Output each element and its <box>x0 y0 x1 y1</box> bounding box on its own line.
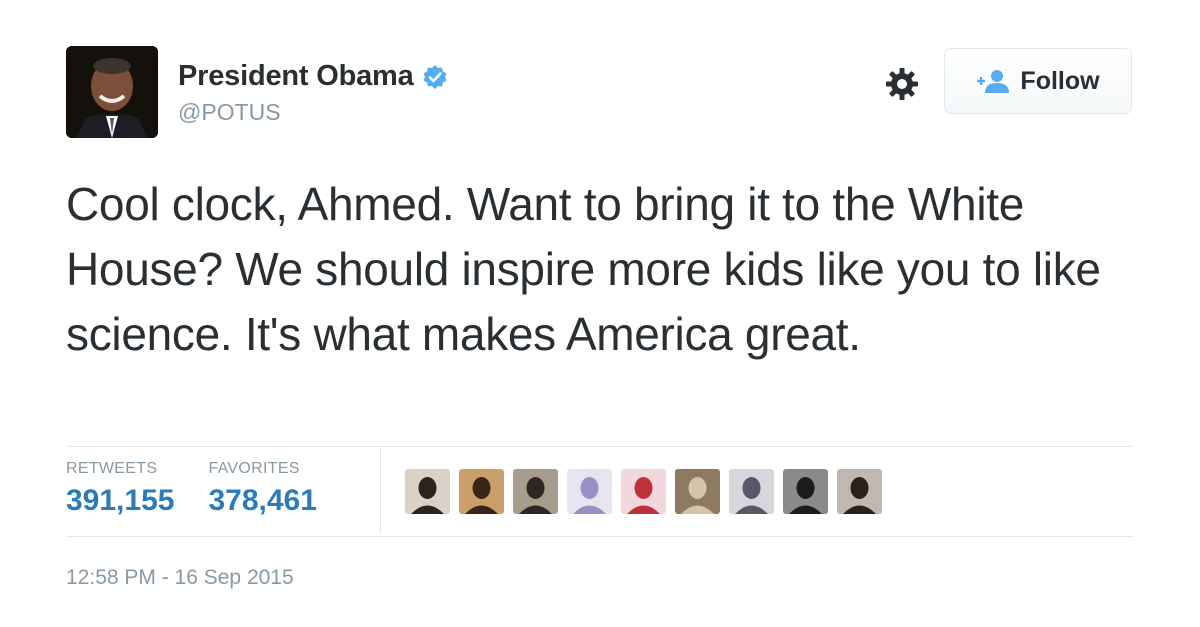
user-handle[interactable]: @POTUS <box>178 99 448 126</box>
favoriter-avatar[interactable] <box>459 469 504 514</box>
tweet-stats: RETWEETS 391,155 FAVORITES 378,461 <box>66 460 351 518</box>
stats-bottom-divider <box>66 536 1134 537</box>
favoriter-avatar[interactable] <box>567 469 612 514</box>
follow-button[interactable]: Follow <box>944 48 1132 114</box>
retweets-label: RETWEETS <box>66 460 158 477</box>
favorites-label: FAVORITES <box>208 460 300 477</box>
display-name[interactable]: President Obama <box>178 60 414 93</box>
favoriter-avatar[interactable] <box>675 469 720 514</box>
favoriter-avatar[interactable] <box>837 469 882 514</box>
tweet-text: Cool clock, Ahmed. Want to bring it to t… <box>66 178 1101 360</box>
favoriters-avatar-list <box>405 469 882 514</box>
user-identity: President Obama @POTUS <box>178 60 448 126</box>
favoriter-avatar[interactable] <box>621 469 666 514</box>
stats-vertical-divider <box>380 448 381 534</box>
tweet-timestamp[interactable]: 12:58 PM - 16 Sep 2015 <box>66 566 294 590</box>
verified-badge-icon <box>422 64 448 90</box>
follow-label: Follow <box>1020 66 1100 95</box>
favoriter-avatar[interactable] <box>513 469 558 514</box>
favorites-count: 378,461 <box>208 484 317 517</box>
favoriter-avatar[interactable] <box>783 469 828 514</box>
favoriter-avatar[interactable] <box>405 469 450 514</box>
stats-top-divider <box>66 446 1134 447</box>
retweets-count: 391,155 <box>66 484 175 517</box>
retweets-stat[interactable]: RETWEETS 391,155 <box>66 460 174 518</box>
favoriter-avatar[interactable] <box>729 469 774 514</box>
profile-avatar[interactable] <box>66 46 158 138</box>
add-user-icon <box>976 69 1010 93</box>
user-name-row[interactable]: President Obama <box>178 60 448 93</box>
gear-icon[interactable] <box>884 66 920 102</box>
favorites-stat[interactable]: FAVORITES 378,461 <box>208 460 316 518</box>
